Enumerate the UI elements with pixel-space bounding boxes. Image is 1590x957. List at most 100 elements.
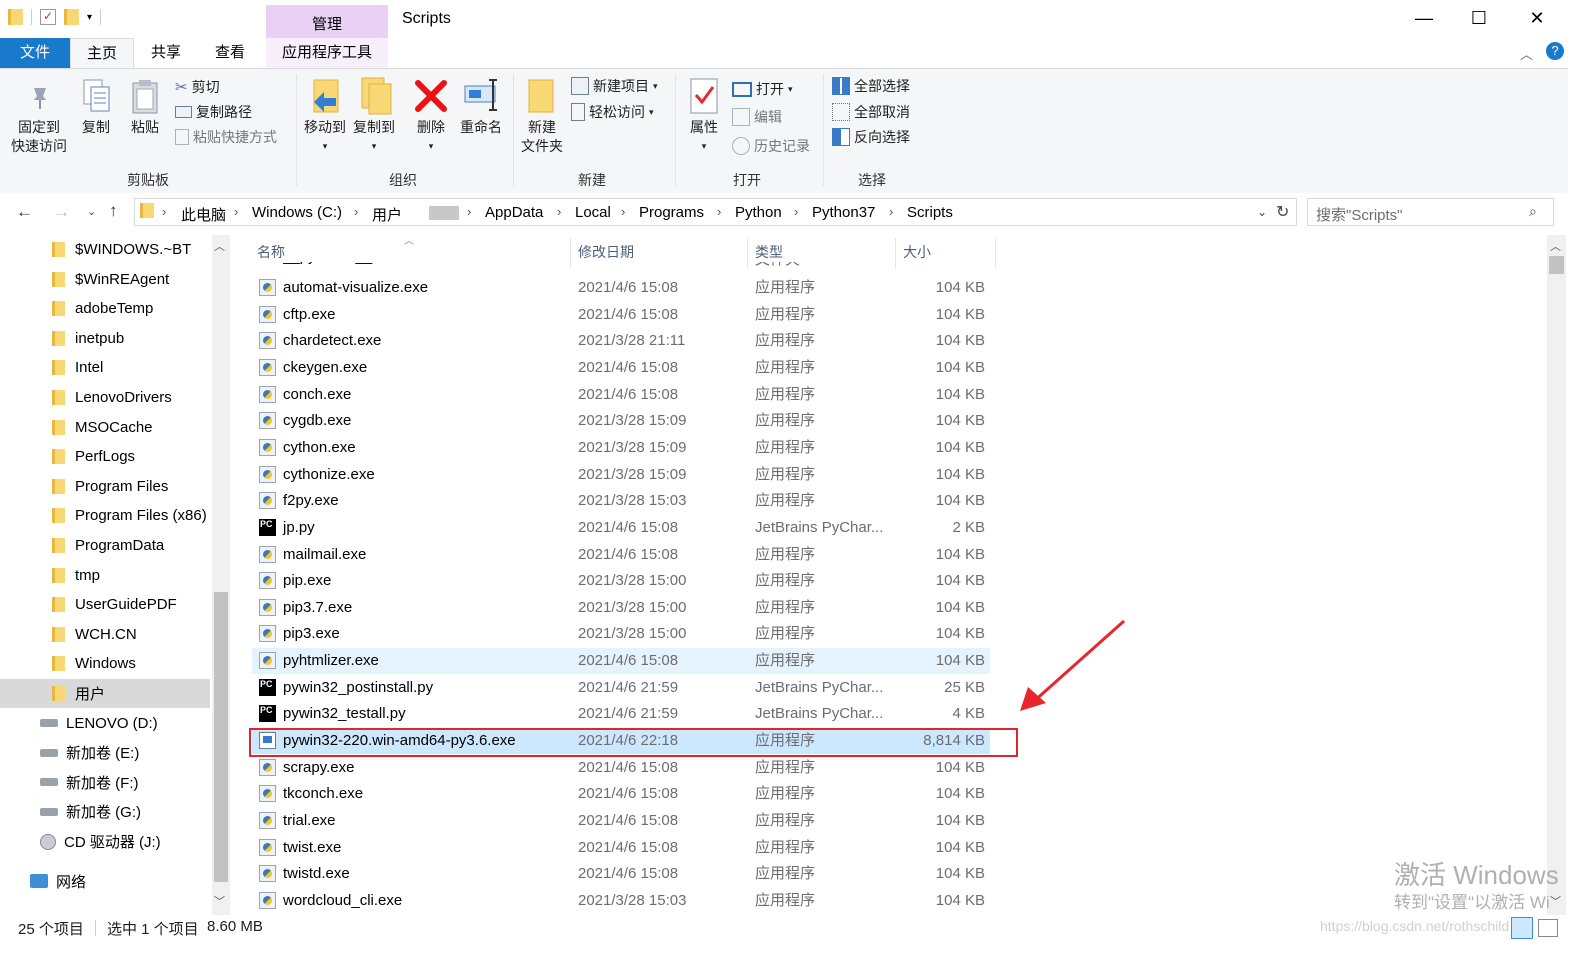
breadcrumb-separator-icon[interactable]: › [354, 204, 358, 219]
manage-tab-label[interactable]: 管理 [266, 13, 388, 34]
rename-button[interactable]: 重命名 [455, 118, 507, 137]
file-row[interactable]: trial.exe 2021/4/6 15:08 应用程序 104 KB [252, 808, 990, 834]
nav-item[interactable]: 新加卷 (G:) [0, 797, 210, 826]
file-row[interactable]: conch.exe 2021/4/6 15:08 应用程序 104 KB [252, 382, 990, 408]
nav-item[interactable]: Windows [0, 649, 210, 678]
tab-home[interactable]: 主页 [70, 38, 134, 69]
nav-item[interactable]: UserGuidePDF [0, 590, 210, 619]
properties-check-icon[interactable]: ✓ [40, 9, 56, 25]
nav-item[interactable]: 新加卷 (E:) [0, 738, 210, 767]
paste-shortcut-button[interactable]: 粘贴快捷方式 [175, 127, 277, 147]
file-row[interactable]: f2py.exe 2021/3/28 15:03 应用程序 104 KB [252, 488, 990, 514]
file-row[interactable]: cftp.exe 2021/4/6 15:08 应用程序 104 KB [252, 302, 990, 328]
search-icon[interactable]: ⌕ [1529, 203, 1537, 220]
breadcrumb-scripts[interactable]: Scripts [907, 204, 953, 221]
new-item-button[interactable]: 新建项目 ▾ [571, 76, 658, 96]
breadcrumb-appdata[interactable]: AppData [485, 204, 543, 221]
breadcrumb-separator-icon[interactable]: › [889, 204, 893, 219]
tab-app-tools[interactable]: 应用程序工具 [266, 38, 388, 68]
nav-item[interactable]: ProgramData [0, 531, 210, 560]
file-row[interactable]: pip3.7.exe 2021/3/28 15:00 应用程序 104 KB [252, 595, 990, 621]
file-row[interactable]: automat-visualize.exe 2021/4/6 15:08 应用程序 1… [252, 275, 990, 301]
edit-button[interactable]: 编辑 [732, 107, 782, 127]
help-icon[interactable]: ? [1546, 42, 1564, 60]
breadcrumb-separator-icon[interactable]: › [234, 204, 238, 219]
nav-item[interactable]: MSOCache [0, 413, 210, 442]
breadcrumb-users[interactable]: 用户 [372, 204, 402, 225]
nav-scroll-thumb[interactable] [214, 592, 228, 882]
file-row[interactable]: scrapy.exe 2021/4/6 15:08 应用程序 104 KB [252, 755, 990, 781]
column-header-size[interactable]: 大小 [903, 242, 931, 262]
history-button[interactable]: 历史记录 [732, 136, 810, 156]
file-list-scrollbar[interactable] [1547, 235, 1566, 915]
nav-item[interactable]: tmp [0, 561, 210, 590]
scroll-up-icon[interactable]: ︿ [1550, 238, 1561, 254]
breadcrumb-python[interactable]: Python [735, 204, 782, 221]
file-row[interactable]: mailmail.exe 2021/4/6 15:08 应用程序 104 KB [252, 542, 990, 568]
nav-item[interactable]: PerfLogs [0, 442, 210, 471]
nav-item[interactable]: 网络 [0, 867, 210, 896]
pin-quick-access-button[interactable]: 固定到 快速访问 [6, 118, 72, 156]
nav-item[interactable]: Intel [0, 353, 210, 382]
easy-access-button[interactable]: 轻松访问 ▾ [571, 102, 654, 122]
file-row[interactable]: cython.exe 2021/3/28 15:09 应用程序 104 KB [252, 435, 990, 461]
tab-view[interactable]: 查看 [204, 38, 256, 68]
delete-button[interactable]: 删除 ▾ [410, 118, 452, 156]
breadcrumb-local[interactable]: Local [575, 204, 611, 221]
paste-button[interactable]: 粘贴 [125, 118, 165, 137]
nav-item[interactable]: CD 驱动器 (J:) [0, 827, 210, 856]
nav-item[interactable]: $WINDOWS.~BT [0, 235, 210, 264]
scroll-down-icon[interactable]: ﹀ [1550, 893, 1561, 909]
file-row[interactable]: PC jp.py 2021/4/6 15:08 JetBrains PyChar...… [252, 515, 990, 541]
file-row[interactable]: twistd.exe 2021/4/6 15:08 应用程序 104 KB [252, 861, 990, 887]
recent-locations-chevron-icon[interactable]: ⌄ [87, 205, 96, 218]
nav-item[interactable]: 用户 [0, 679, 210, 708]
address-history-chevron-icon[interactable]: ⌄ [1257, 205, 1267, 219]
tab-file[interactable]: 文件 [0, 38, 70, 68]
folder-icon[interactable] [8, 9, 23, 25]
back-arrow-icon[interactable]: ← [16, 202, 33, 222]
open-button[interactable]: 打开 ▾ [732, 79, 793, 99]
copy-button[interactable]: 复制 [76, 118, 116, 137]
breadcrumb-python37[interactable]: Python37 [812, 204, 875, 221]
breadcrumb-separator-icon[interactable]: › [162, 204, 166, 219]
file-list-scroll-thumb[interactable] [1549, 256, 1564, 274]
refresh-icon[interactable]: ↻ [1276, 202, 1289, 222]
collapse-ribbon-icon[interactable]: ︿ [1520, 44, 1533, 63]
file-row[interactable]: tkconch.exe 2021/4/6 15:08 应用程序 104 KB [252, 781, 990, 807]
nav-item[interactable]: Program Files [0, 472, 210, 501]
column-header-date[interactable]: 修改日期 [578, 242, 634, 262]
breadcrumb-drive-c[interactable]: Windows (C:) [252, 204, 342, 221]
file-row[interactable]: PC pywin32_testall.py 2021/4/6 21:59 JetBra… [252, 701, 990, 727]
breadcrumb-separator-icon[interactable]: › [557, 204, 561, 219]
file-row[interactable]: cygdb.exe 2021/3/28 15:09 应用程序 104 KB [252, 408, 990, 434]
column-header-type[interactable]: 类型 [755, 242, 783, 262]
new-folder-button[interactable]: 新建 文件夹 [515, 118, 569, 156]
select-all-button[interactable]: 全部选择 [832, 76, 910, 96]
up-arrow-icon[interactable]: ↑ [109, 201, 118, 221]
file-row[interactable]: wordcloud_cli.exe 2021/3/28 15:03 应用程序 104 … [252, 888, 990, 914]
maximize-button[interactable]: ☐ [1467, 8, 1491, 29]
details-view-icon[interactable] [1511, 917, 1533, 939]
nav-item[interactable]: LENOVO (D:) [0, 709, 210, 738]
file-row[interactable]: PC pywin32_postinstall.py 2021/4/6 21:59 Je… [252, 675, 990, 701]
scroll-up-icon[interactable]: ︿ [214, 238, 225, 254]
nav-item[interactable]: WCH.CN [0, 620, 210, 649]
file-row[interactable]: pip3.exe 2021/3/28 15:00 应用程序 104 KB [252, 621, 990, 647]
nav-item[interactable]: adobeTemp [0, 294, 210, 323]
file-row[interactable]: pyhtmlizer.exe 2021/4/6 15:08 应用程序 104 KB [252, 648, 990, 675]
nav-item[interactable]: inetpub [0, 324, 210, 353]
nav-item[interactable]: 新加卷 (F:) [0, 768, 210, 797]
customize-dropdown-icon[interactable]: ▾ [87, 12, 92, 23]
cut-button[interactable]: ✂ 剪切 [175, 77, 220, 97]
file-row[interactable]: chardetect.exe 2021/3/28 21:11 应用程序 104 KB [252, 328, 990, 354]
minimize-button[interactable]: — [1412, 8, 1436, 29]
copy-to-button[interactable]: 复制到 ▾ [350, 118, 398, 156]
file-row[interactable]: twist.exe 2021/4/6 15:08 应用程序 104 KB [252, 835, 990, 861]
tab-share[interactable]: 共享 [140, 38, 192, 68]
scroll-down-icon[interactable]: ﹀ [214, 893, 225, 909]
nav-item[interactable]: LenovoDrivers [0, 383, 210, 412]
close-button[interactable]: ✕ [1525, 8, 1549, 29]
invert-selection-button[interactable]: 反向选择 [832, 127, 910, 147]
column-header-name[interactable]: 名称 [257, 242, 285, 262]
